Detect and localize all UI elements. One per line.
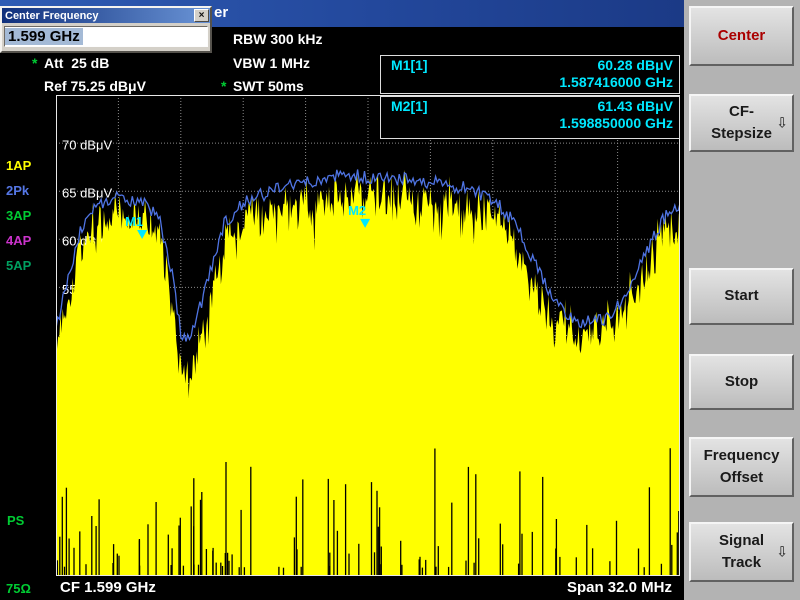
rbw-readout: RBW 300 kHz (233, 31, 322, 47)
svg-text:M1: M1 (125, 214, 143, 229)
spectrum-svg: 70 dBμV65 dBμV60 dBμV55 dBμV50 dBμVM1M2 (56, 95, 680, 576)
att-coupled-star: * (32, 55, 44, 71)
svg-text:M2: M2 (348, 203, 366, 218)
swt-coupled-star: * (221, 78, 233, 94)
svg-text:65 dBμV: 65 dBμV (62, 186, 112, 201)
softkey-frequency-offset-line1: Frequency (691, 445, 792, 468)
m1-level: 60.28 dBμV (598, 57, 674, 73)
submenu-arrow-icon: ⇩ (776, 542, 788, 563)
trace-label-3ap: 3AP (6, 208, 31, 223)
softkey-start-label: Start (691, 285, 792, 308)
center-frequency-dialog: Center Frequency × 1.599 GHz (0, 6, 212, 53)
trace-label-1ap: 1AP (6, 158, 31, 173)
marker-readout-m2: M2[1] 61.43 dBμV 1.598850000 GHz (380, 96, 680, 139)
swt-text: SWT 50ms (233, 78, 304, 94)
window-title: er (214, 4, 228, 21)
att-text: Att 25 dB (44, 55, 109, 71)
frequency-input[interactable]: 1.599 GHz (4, 26, 208, 47)
m2-level: 61.43 dBμV (598, 98, 674, 114)
m2-frequency: 1.598850000 GHz (559, 115, 673, 131)
m1-frequency: 1.587416000 GHz (559, 74, 673, 90)
preamp-status: PS (7, 513, 24, 528)
marker-readout-m1: M1[1] 60.28 dBμV 1.587416000 GHz (380, 55, 680, 94)
span-readout: Span 32.0 MHz (567, 579, 672, 596)
footer-bar: CF 1.599 GHz Span 32.0 MHz (0, 576, 684, 600)
trace-label-2pk: 2Pk (6, 183, 29, 198)
vbw-readout: VBW 1 MHz (233, 55, 310, 71)
submenu-arrow-icon: ⇩ (776, 113, 788, 134)
svg-text:70 dBμV: 70 dBμV (62, 138, 112, 153)
softkey-start[interactable]: Start (689, 268, 794, 325)
trace-label-4ap: 4AP (6, 233, 31, 248)
softkey-cf-stepsize[interactable]: CF- Stepsize ⇩ (689, 94, 794, 152)
spectrum-plot: 70 dBμV65 dBμV60 dBμV55 dBμV50 dBμVM1M2 (56, 95, 680, 576)
m1-name: M1[1] (391, 57, 428, 73)
trace-label-5ap: 5AP (6, 258, 31, 273)
softkey-stop-label: Stop (691, 371, 792, 394)
att-readout: *Att 25 dB (32, 55, 109, 71)
softkey-center-label: Center (691, 25, 792, 48)
frequency-input-value: 1.599 GHz (5, 28, 83, 45)
softkey-stop[interactable]: Stop (689, 354, 794, 410)
ref-level-readout: Ref 75.25 dBμV (44, 78, 146, 94)
dialog-close-icon[interactable]: × (194, 9, 209, 22)
softkey-signal-track[interactable]: Signal Track ⇩ (689, 522, 794, 582)
softkey-center[interactable]: Center (689, 6, 794, 66)
softkey-panel: Center CF- Stepsize ⇩ Start Stop Frequen… (684, 0, 800, 600)
softkey-frequency-offset[interactable]: Frequency Offset (689, 437, 794, 497)
impedance-label: 75Ω (6, 581, 31, 596)
cf-readout: CF 1.599 GHz (60, 579, 156, 596)
dialog-titlebar[interactable]: Center Frequency × (2, 8, 210, 23)
swt-readout: *SWT 50ms (221, 78, 304, 94)
softkey-frequency-offset-line2: Offset (691, 467, 792, 490)
dialog-title: Center Frequency (5, 10, 99, 22)
m2-name: M2[1] (391, 98, 428, 114)
